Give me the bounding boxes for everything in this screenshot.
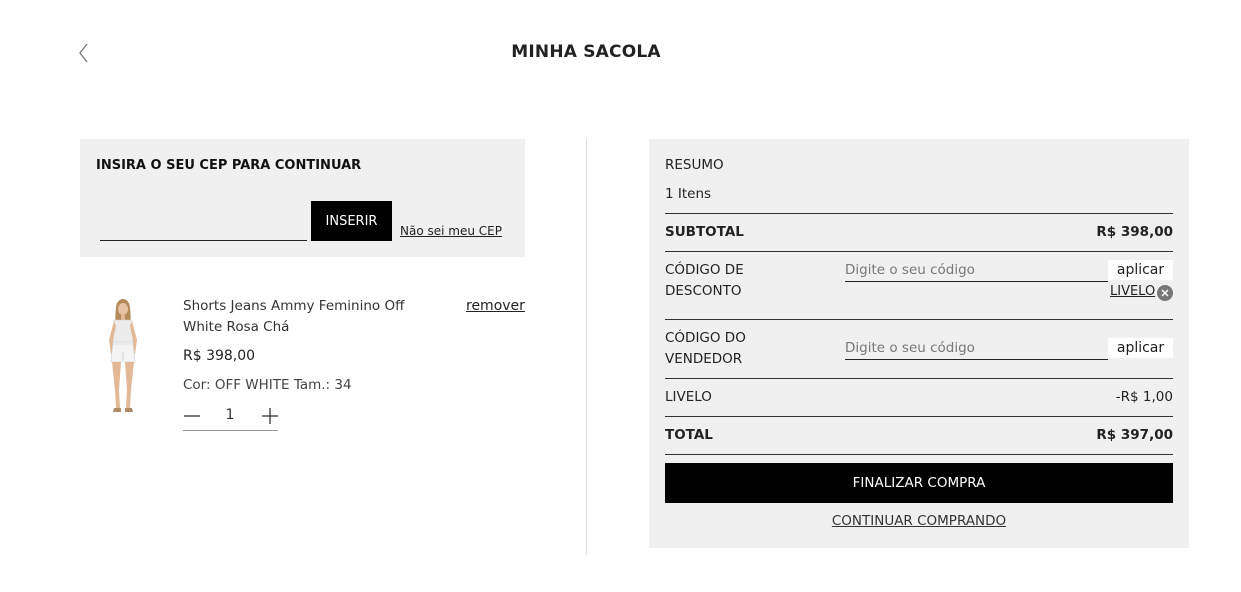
applied-coupon-tag: LIVELO — [1110, 284, 1156, 299]
continue-shopping-link[interactable]: CONTINUAR COMPRANDO — [649, 513, 1189, 529]
divider — [665, 378, 1173, 379]
subtotal-label: SUBTOTAL — [665, 224, 744, 240]
coupon-discount-value: -R$ 1,00 — [1115, 389, 1173, 405]
total-value: R$ 397,00 — [1096, 427, 1173, 443]
divider — [665, 319, 1173, 320]
seller-code-label-line2: VENDEDOR — [665, 351, 743, 367]
cep-panel: INSIRA O SEU CEP PARA CONTINUAR INSERIR … — [80, 139, 525, 257]
total-label: TOTAL — [665, 427, 713, 443]
remove-coupon-button[interactable] — [1157, 285, 1173, 301]
discount-code-label: CÓDIGO DE — [665, 262, 744, 278]
product-attributes: Cor: OFF WHITE Tam.: 34 — [183, 377, 352, 393]
cep-input[interactable] — [100, 201, 307, 241]
items-count: 1 Itens — [665, 186, 712, 202]
plus-icon — [262, 408, 278, 424]
page-title: MINHA SACOLA — [511, 42, 661, 62]
apply-seller-code-button[interactable]: aplicar — [1108, 338, 1173, 358]
product-price: R$ 398,00 — [183, 348, 256, 364]
subtotal-value: R$ 398,00 — [1096, 224, 1173, 240]
divider — [665, 251, 1173, 252]
unknown-cep-link[interactable]: Não sei meu CEP — [400, 224, 502, 238]
coupon-discount-label: LIVELO — [665, 389, 712, 405]
apply-discount-button[interactable]: aplicar — [1108, 260, 1173, 280]
divider — [665, 213, 1173, 214]
increase-quantity-button[interactable] — [261, 405, 279, 427]
quantity-value: 1 — [225, 407, 235, 423]
quantity-stepper: 1 — [183, 405, 278, 431]
decrease-quantity-button[interactable] — [183, 405, 201, 427]
minus-icon — [184, 415, 200, 417]
insert-cep-button[interactable]: INSERIR — [311, 201, 392, 241]
product-name[interactable]: Shorts Jeans Ammy Feminino Off White Ros… — [183, 296, 443, 338]
seller-code-input[interactable] — [845, 336, 1108, 360]
summary-title: RESUMO — [665, 157, 724, 173]
seller-code-label: CÓDIGO DO — [665, 330, 746, 346]
column-divider — [586, 139, 587, 555]
discount-code-label-line2: DESCONTO — [665, 283, 742, 299]
discount-code-input[interactable] — [845, 258, 1108, 282]
order-summary-panel: RESUMO 1 Itens SUBTOTAL R$ 398,00 CÓDIGO… — [649, 139, 1189, 548]
cep-title: INSIRA O SEU CEP PARA CONTINUAR — [96, 158, 362, 173]
checkout-button[interactable]: FINALIZAR COMPRA — [665, 463, 1173, 503]
close-icon — [1161, 289, 1169, 297]
divider — [665, 416, 1173, 417]
product-image[interactable] — [100, 296, 146, 420]
divider — [665, 454, 1173, 455]
remove-item-link[interactable]: remover — [466, 298, 525, 314]
